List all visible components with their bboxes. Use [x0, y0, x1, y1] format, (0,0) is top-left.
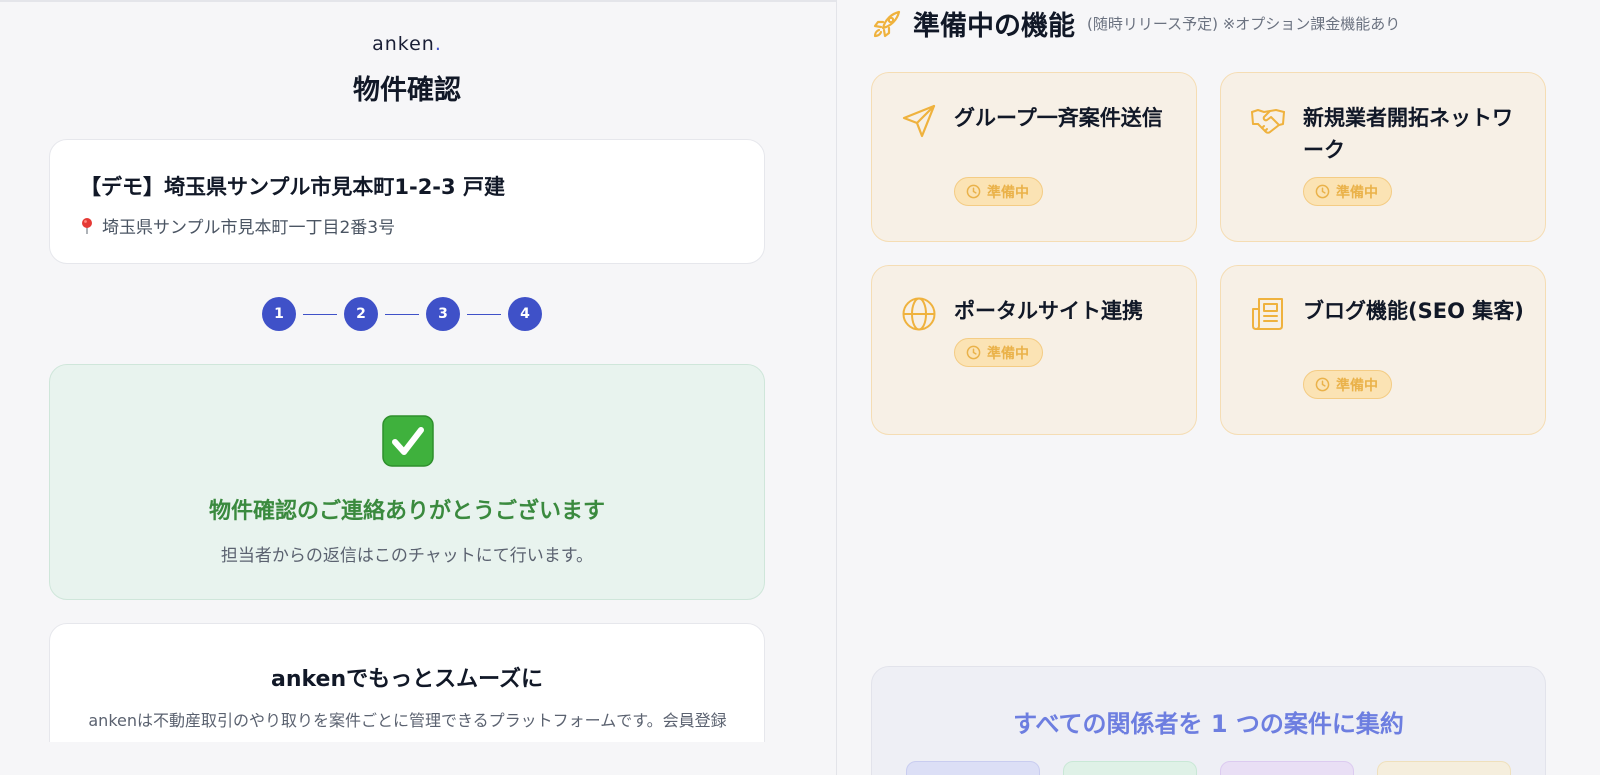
clock-icon	[1315, 377, 1330, 392]
check-mark-icon	[382, 415, 434, 467]
feature-card-group-send: グループ一斉案件送信 準備中	[871, 72, 1197, 242]
promo-card: ankenでもっとスムーズに ankenは不動産取引のやり取りを案件ごとに管理で…	[49, 623, 765, 742]
property-title: 【デモ】埼玉県サンプル市見本町1-2-3 戸建	[80, 175, 505, 199]
stakeholder-tile	[906, 761, 1040, 775]
success-title: 物件確認のご連絡ありがとうございます	[208, 499, 605, 524]
badge-label: 準備中	[1336, 184, 1378, 201]
feature-card-blog: ブログ機能(SEO 集客) 準備中	[1220, 265, 1546, 435]
aggregate-title: すべての関係者を 1 つの案件に集約	[1013, 710, 1404, 738]
map-pin-icon	[82, 217, 92, 234]
feature-label: ポータルサイト連携	[954, 299, 1143, 323]
step-indicator: 1 2 3 4	[262, 297, 542, 331]
clock-icon	[1315, 184, 1330, 199]
brand-logo: anken.	[0, 33, 814, 55]
page-title: 物件確認	[353, 75, 461, 106]
features-header: 準備中の機能 (随時リリース予定) ※オプション課金機能あり	[871, 4, 1400, 43]
pending-badge: 準備中	[1303, 370, 1392, 399]
feature-label: ブログ機能(SEO 集客)	[1303, 299, 1524, 323]
clock-icon	[966, 184, 981, 199]
brand-name: anken	[372, 33, 435, 55]
feature-label: グループ一斉案件送信	[954, 106, 1163, 130]
step-connector	[303, 313, 337, 315]
rocket-icon	[873, 10, 901, 37]
step-2: 2	[344, 297, 378, 331]
aggregate-card: すべての関係者を 1 つの案件に集約	[871, 666, 1546, 775]
clock-icon	[966, 345, 981, 360]
feature-card-network: 新規業者開拓ネットワーク 準備中	[1220, 72, 1546, 242]
property-address-text: 埼玉県サンプル市見本町一丁目2番3号	[102, 218, 396, 238]
property-address: 埼玉県サンプル市見本町一丁目2番3号	[80, 213, 395, 238]
features-title: 準備中の機能	[913, 11, 1075, 42]
step-4: 4	[508, 297, 542, 331]
success-subtitle: 担当者からの返信はこのチャットにて行います。	[220, 546, 594, 566]
stakeholder-tile	[1220, 761, 1354, 775]
step-connector	[467, 313, 501, 315]
features-note: (随時リリース予定) ※オプション課金機能あり	[1087, 15, 1401, 33]
brand-dot: .	[434, 33, 442, 55]
paper-plane-icon	[902, 104, 936, 138]
promo-title: ankenでもっとスムーズに	[270, 667, 544, 692]
feature-label: 新規業者開拓ネットワーク	[1303, 106, 1513, 162]
badge-label: 準備中	[987, 345, 1029, 362]
pending-badge: 準備中	[954, 177, 1043, 206]
property-card: 【デモ】埼玉県サンプル市見本町1-2-3 戸建 埼玉県サンプル市見本町一丁目2番…	[49, 139, 765, 264]
right-pane: 準備中の機能 (随時リリース予定) ※オプション課金機能あり グループ一斉案件送…	[836, 0, 1600, 775]
step-1: 1	[262, 297, 296, 331]
handshake-icon	[1251, 109, 1285, 134]
left-pane: anken. 物件確認 【デモ】埼玉県サンプル市見本町1-2-3 戸建 埼玉県サ…	[0, 0, 836, 742]
badge-label: 準備中	[1336, 377, 1378, 394]
success-card: 物件確認のご連絡ありがとうございます 担当者からの返信はこのチャットにて行います…	[49, 364, 765, 600]
stakeholder-tile	[1377, 761, 1511, 775]
badge-label: 準備中	[987, 184, 1029, 201]
step-3: 3	[426, 297, 460, 331]
pending-badge: 準備中	[954, 338, 1043, 367]
stakeholder-tile	[1063, 761, 1197, 775]
newspaper-icon	[1252, 298, 1283, 330]
pending-badge: 準備中	[1303, 177, 1392, 206]
promo-text: ankenは不動産取引のやり取りを案件ごとに管理できるプラットフォームです。会員…	[88, 711, 727, 730]
feature-card-portal: ポータルサイト連携 準備中	[871, 265, 1197, 435]
globe-icon	[902, 297, 936, 331]
step-connector	[385, 313, 419, 315]
